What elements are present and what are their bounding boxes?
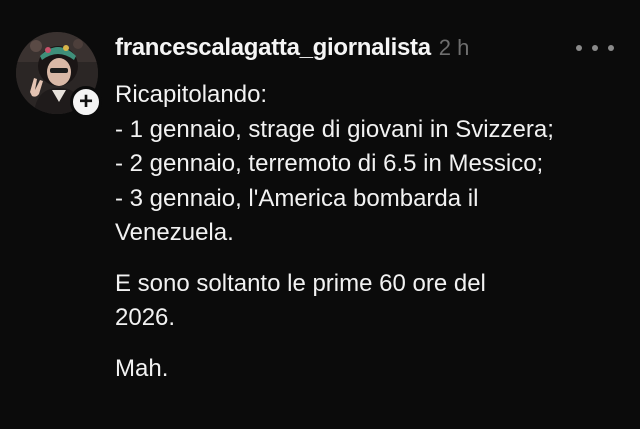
- post-line: - 1 gennaio, strage di giovani in Svizze…: [115, 115, 554, 143]
- post-line: - 3 gennaio, l'America bombarda il: [115, 184, 479, 212]
- post-timestamp: 2 h: [438, 35, 470, 60]
- post-header: francescalagatta_giornalista 2 h: [115, 34, 469, 64]
- plus-icon: +: [78, 88, 93, 115]
- author-username[interactable]: francescalagatta_giornalista: [115, 34, 431, 62]
- more-horizontal-icon: [576, 45, 582, 51]
- post-paragraph: Ricapitolando: - 1 gennaio, strage di gi…: [115, 78, 630, 251]
- more-horizontal-icon: [592, 45, 598, 51]
- more-options-button[interactable]: [576, 38, 614, 58]
- more-horizontal-icon: [608, 45, 614, 51]
- post-line: Mah.: [115, 354, 169, 382]
- post-paragraph: Mah.: [115, 352, 630, 387]
- post-line: Ricapitolando:: [115, 81, 268, 108]
- post-line: 2026.: [115, 304, 176, 331]
- post-card: + francescalagatta_giornalista 2 h Ricap…: [0, 0, 640, 429]
- post-line: Venezuela.: [115, 219, 234, 246]
- post-line: - 2 gennaio, terremoto di 6.5 in Messico…: [115, 150, 544, 177]
- follow-button[interactable]: +: [70, 86, 102, 118]
- post-line: E sono soltanto le prime 60 ore del: [115, 269, 486, 297]
- post-paragraph: E sono soltanto le prime 60 ore del 2026…: [115, 267, 630, 336]
- post-body: Ricapitolando: - 1 gennaio, strage di gi…: [115, 78, 630, 402]
